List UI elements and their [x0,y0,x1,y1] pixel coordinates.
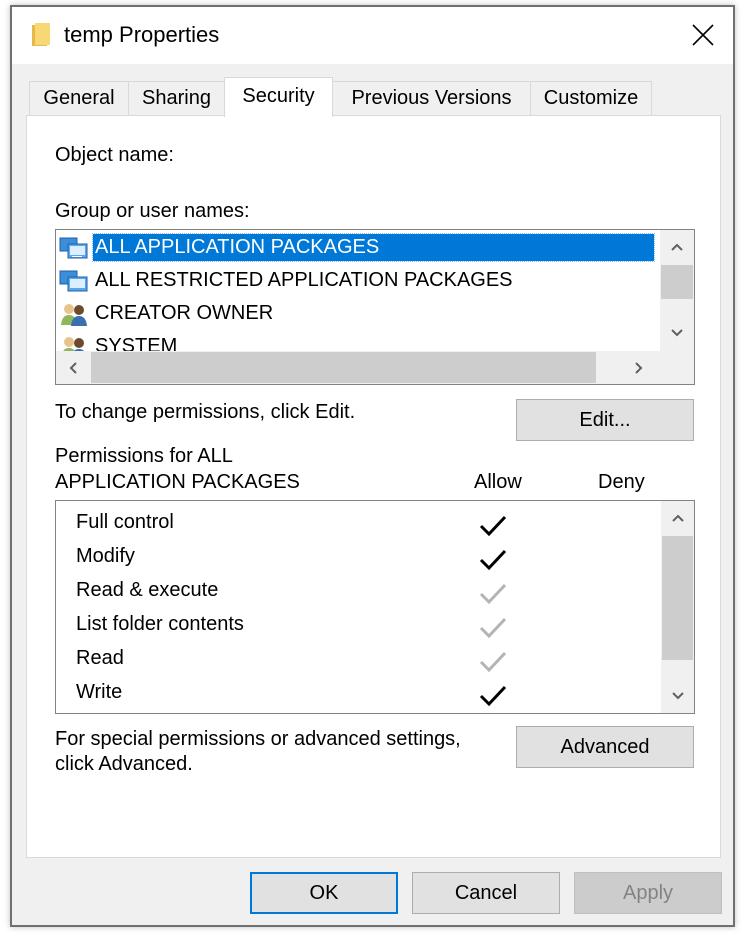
app-packages-icon [59,270,88,291]
checkmark-icon [479,515,507,537]
tab-customize[interactable]: Customize [530,81,652,115]
scroll-thumb[interactable] [91,352,596,383]
permissions-list: Write Read List folder contents Read & e… [55,500,695,714]
users-group-icon [61,303,87,326]
permissions-for-label-line1: Permissions for ALL [55,445,233,467]
permission-row: List folder contents [56,609,656,643]
deny-checkbox [602,615,632,641]
tab-sharing[interactable]: Sharing [128,81,225,115]
inherited-checkmark-icon [479,583,507,605]
scroll-thumb[interactable] [662,536,693,660]
deny-checkbox [602,547,632,573]
permission-name: Read & execute [76,579,219,601]
group-list-vertical-scrollbar[interactable] [660,230,694,352]
permission-name: Write [76,681,123,703]
apply-button[interactable]: Apply [574,872,722,914]
allow-checkbox [478,513,508,539]
inherited-checkmark-icon [479,617,507,639]
tab-strip: General Sharing Security Previous Versio… [29,77,733,117]
permission-row: Read [56,643,656,677]
permission-name: Read [76,647,124,669]
scroll-up-arrow-icon[interactable] [660,230,694,264]
title-bar: temp Properties [12,7,733,64]
advanced-button[interactable]: Advanced [516,726,694,768]
advanced-hint-line1: For special permissions or advanced sett… [55,728,461,750]
scroll-down-arrow-icon[interactable] [661,679,694,713]
permissions-vertical-scrollbar[interactable] [661,501,694,713]
group-name: CREATOR OWNER [95,302,274,324]
permission-name: Modify [76,545,135,567]
window-title: temp Properties [64,22,220,47]
group-list-horizontal-scrollbar[interactable] [56,351,660,384]
group-name: ALL APPLICATION PACKAGES [92,233,655,262]
properties-dialog: temp Properties General Sharing Security… [10,5,735,927]
deny-checkbox [602,683,632,709]
scroll-down-arrow-icon[interactable] [660,316,694,350]
allow-checkbox [478,547,508,573]
edit-button[interactable]: Edit... [516,399,694,441]
deny-checkbox [602,649,632,675]
deny-checkbox [602,513,632,539]
scroll-thumb[interactable] [661,265,693,299]
permission-row: Read & execute [56,575,656,609]
group-user-listbox[interactable]: ALL APPLICATION PACKAGES ALL RESTRICTED … [55,229,695,385]
security-tab-panel: Object name: Group or user names: ALL AP… [26,115,721,858]
allow-checkbox [478,683,508,709]
app-packages-icon [59,237,88,258]
deny-checkbox [602,581,632,607]
advanced-hint-line2: click Advanced. [55,753,193,775]
close-button[interactable] [683,15,723,55]
deny-column-header: Deny [598,471,645,493]
checkmark-icon [479,685,507,707]
tab-previous-versions[interactable]: Previous Versions [332,81,531,115]
group-name: ALL RESTRICTED APPLICATION PACKAGES [95,269,513,291]
permission-name: Full control [76,511,174,533]
group-item-all-restricted-application-packages[interactable]: ALL RESTRICTED APPLICATION PACKAGES [59,265,659,296]
close-icon [692,24,714,46]
inherited-checkmark-icon [479,651,507,673]
group-item-all-application-packages[interactable]: ALL APPLICATION PACKAGES [59,232,659,263]
permission-row: Full control [56,507,656,541]
ok-button[interactable]: OK [250,872,398,914]
group-list-label: Group or user names: [55,200,250,222]
cancel-button[interactable]: Cancel [412,872,560,914]
group-item-creator-owner[interactable]: CREATOR OWNER [59,298,659,329]
allow-checkbox [478,649,508,675]
allow-checkbox [478,615,508,641]
object-name-label: Object name: [55,144,174,166]
tab-general[interactable]: General [29,81,129,115]
scroll-right-arrow-icon[interactable] [622,351,656,384]
checkmark-icon [479,549,507,571]
allow-checkbox [478,581,508,607]
allow-column-header: Allow [474,471,522,493]
permissions-for-label-line2: APPLICATION PACKAGES [55,471,300,493]
permission-name: List folder contents [76,613,244,635]
scroll-up-arrow-icon[interactable] [661,501,694,535]
tab-security[interactable]: Security [224,77,333,117]
permission-row: Write [56,677,656,711]
scroll-corner [660,351,694,384]
permission-row: Modify [56,541,656,575]
folder-icon [32,23,50,46]
scroll-left-arrow-icon[interactable] [56,351,90,384]
change-permissions-hint: To change permissions, click Edit. [55,401,356,423]
